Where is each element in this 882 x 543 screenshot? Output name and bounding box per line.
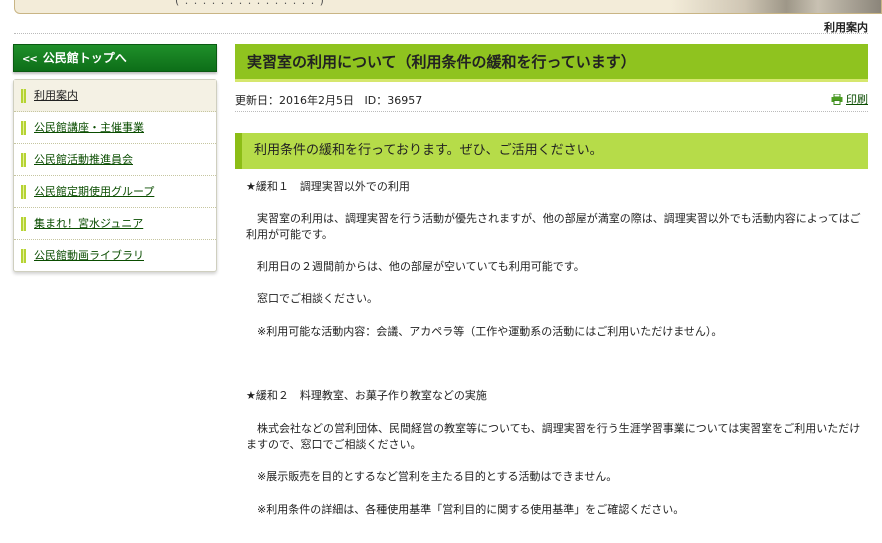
sidebar-bullet-icon — [21, 121, 26, 135]
banner-text: ( . . . . . . . . . . . . . . . ) — [175, 0, 325, 7]
paragraph: 利用日の２週間前からは、他の部屋が空いていても利用可能です。 — [257, 260, 585, 273]
relaxation-1-heading: ★緩和１ 調理実習以外での利用 — [246, 180, 410, 193]
sidebar-item-junior[interactable]: 集まれ！宮水ジュニア — [14, 208, 216, 240]
sidebar-item-label[interactable]: 公民館定期使用グループ — [34, 185, 154, 198]
paragraph: 窓口でご相談ください。 — [257, 292, 378, 305]
article-id: ID：36957 — [364, 94, 423, 107]
sidebar-item-label[interactable]: 利用案内 — [34, 89, 78, 102]
sidebar-top-link-label: 公民館トップへ — [42, 51, 127, 65]
sidebar-bullet-icon — [21, 249, 26, 263]
meta-divider — [235, 111, 868, 112]
sidebar-item-suishinin[interactable]: 公民館活動推進員会 — [14, 144, 216, 176]
sidebar-item-riyou-annai[interactable]: 利用案内 — [14, 80, 216, 112]
banner-building-image — [671, 0, 881, 13]
double-chevron-left-icon: << — [22, 54, 38, 65]
site-banner: ( . . . . . . . . . . . . . . . ) — [14, 0, 882, 14]
sidebar-bullet-icon — [21, 89, 26, 103]
sidebar-bullet-icon — [21, 185, 26, 199]
paragraph: 株式会社などの営利団体、民間経営の教室等についても、調理実習を行う生涯学習事業に… — [246, 422, 861, 451]
print-link[interactable]: 印刷 — [846, 93, 868, 106]
paragraph: ※展示販売を目的とするなど営利を主たる目的とする活動はできません。 — [257, 470, 618, 483]
sidebar-top-link[interactable]: << 公民館トップへ — [13, 44, 217, 72]
page-title: 実習室の利用について（利用条件の緩和を行っています） — [235, 44, 868, 82]
sidebar-menu: 利用案内 公民館講座・主催事業 公民館活動推進員会 公民館定期使用グループ 集ま… — [13, 79, 217, 272]
section-heading: 利用条件の緩和を行っております。ぜひ、ご活用ください。 — [235, 133, 868, 169]
paragraph: ※利用条件の詳細は、各種使用基準「営利目的に関する使用基準」をご確認ください。 — [257, 503, 685, 516]
sidebar-item-label[interactable]: 公民館講座・主催事業 — [34, 121, 144, 134]
paragraph: 実習室の利用は、調理実習を行う活動が優先されますが、他の部屋が満室の際は、調理実… — [246, 212, 861, 241]
printer-icon — [831, 94, 843, 105]
sidebar-item-label[interactable]: 集まれ！宮水ジュニア — [34, 217, 143, 230]
sidebar-item-label[interactable]: 公民館動画ライブラリ — [34, 249, 144, 262]
sidebar-item-teiki-group[interactable]: 公民館定期使用グループ — [14, 176, 216, 208]
sidebar-item-video-library[interactable]: 公民館動画ライブラリ — [14, 240, 216, 271]
sidebar-bullet-icon — [21, 153, 26, 167]
print-button[interactable]: 印刷 — [831, 91, 868, 107]
sidebar-item-kouza[interactable]: 公民館講座・主催事業 — [14, 112, 216, 144]
relaxation-2-heading: ★緩和２ 料理教室、お菓子作り教室などの実施 — [246, 389, 487, 402]
sidebar-item-label[interactable]: 公民館活動推進員会 — [34, 153, 133, 166]
updated-date: 更新日：2016年2月5日 — [235, 94, 354, 107]
paragraph: ※利用可能な活動内容：会議、アカペラ等（工作や運動系の活動にはご利用いただけませ… — [257, 325, 723, 338]
breadcrumb-divider — [14, 33, 868, 34]
sidebar-bullet-icon — [21, 217, 26, 231]
article-meta: 更新日：2016年2月5日 ID：36957 — [235, 92, 422, 108]
